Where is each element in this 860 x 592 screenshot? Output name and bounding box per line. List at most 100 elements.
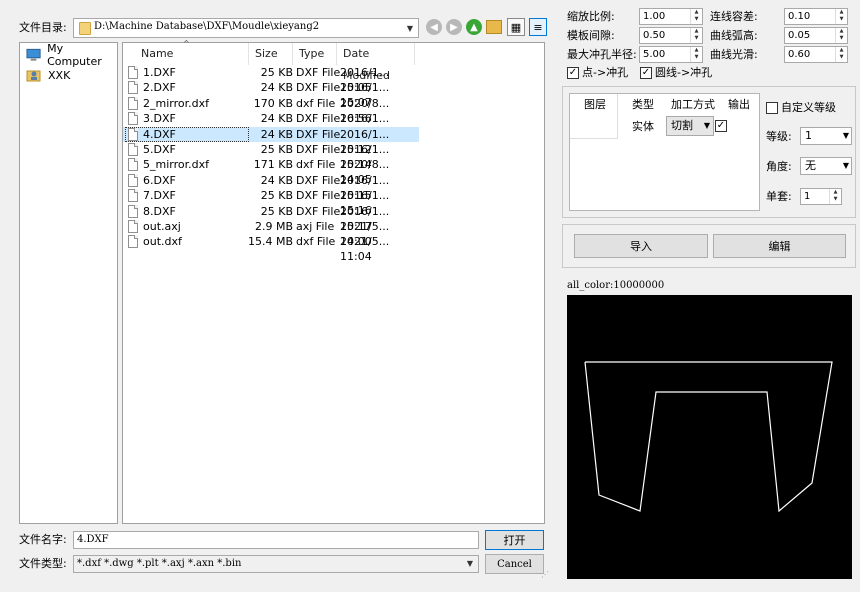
- chevron-down-icon: ▼: [703, 121, 710, 130]
- file-name: 2_mirror.dxf: [143, 96, 209, 110]
- import-button[interactable]: 导入: [574, 234, 708, 258]
- chevron-down-icon: ▼: [842, 161, 849, 170]
- sidebar-panel: My Computer XXK: [19, 42, 118, 524]
- column-header-name[interactable]: Name: [135, 43, 249, 65]
- connect-tolerance-label: 连线容差:: [710, 10, 758, 23]
- preview-color-text: all_color:10000000: [567, 280, 665, 291]
- file-icon: [128, 112, 138, 126]
- filename-input[interactable]: 4.DXF: [73, 531, 479, 549]
- output-checkbox[interactable]: ✓: [715, 120, 727, 132]
- scale-label: 缩放比例:: [567, 10, 615, 23]
- column-header-date[interactable]: Date Modified: [337, 43, 415, 82]
- file-icon: [128, 143, 138, 156]
- table-row[interactable]: 1.DXF 25 KB DXF File 2016/1... 15:05: [123, 65, 419, 94]
- table-row[interactable]: 5_mirror.dxf 171 KB dxf File 2020/8... 14:0…: [123, 157, 419, 186]
- spin-arrows-icon: ▲ ▼: [690, 28, 702, 43]
- table-row[interactable]: 6.DXF 24 KB DXF File 2016/1... 15:15: [123, 173, 419, 202]
- folder-icon: [79, 22, 91, 35]
- file-type: DXF File: [296, 66, 341, 79]
- file-icon: [128, 189, 138, 203]
- cancel-button[interactable]: Cancel: [485, 554, 544, 574]
- table-row[interactable]: 2_mirror.dxf 170 KB dxf File 2020/8... 16:5…: [123, 96, 419, 125]
- type-cell: 实体: [632, 120, 654, 133]
- circle-punch-checkbox[interactable]: ✓: [640, 67, 652, 79]
- chevron-down-icon[interactable]: ▼: [462, 556, 478, 572]
- spin-arrows-icon: ▲ ▼: [829, 189, 841, 204]
- chevron-down-icon[interactable]: ▼: [402, 19, 418, 37]
- directory-label: 文件目录:: [19, 21, 67, 34]
- file-icon: [128, 235, 138, 249]
- file-type: DXF File: [296, 173, 341, 187]
- layer-table: 图层 类型 加工方式 输出 实体 切割 ▼ ✓: [569, 93, 760, 211]
- file-type: DXF File: [296, 81, 341, 95]
- resize-grip-icon[interactable]: ⋰: [541, 570, 549, 579]
- arc-height-spinbox[interactable]: 0.05 ▲ ▼: [784, 27, 848, 44]
- table-row[interactable]: out.dxf 15.4 MB dxf File 2021/5... 11:04: [123, 234, 419, 263]
- file-name: 8.DXF: [143, 204, 176, 218]
- file-date: 2021/5... 11:04: [340, 235, 390, 264]
- preview-canvas[interactable]: [567, 295, 852, 579]
- dxf-outline: [584, 361, 833, 513]
- layer-cell[interactable]: [570, 94, 618, 139]
- directory-combo[interactable]: D:\Machine Database\DXF\Moudle\xieyang2 …: [73, 18, 419, 38]
- table-row[interactable]: 7.DXF 25 KB DXF File 2016/1... 15:16: [123, 188, 419, 217]
- filetype-label: 文件类型:: [19, 557, 67, 570]
- single-set-spinbox[interactable]: 1 ▲ ▼: [800, 188, 842, 205]
- angle-select[interactable]: 无 ▼: [800, 157, 852, 175]
- table-row[interactable]: 5.DXF 25 KB DXF File 2016/1... 15:14: [123, 142, 419, 171]
- focus-rect: [125, 126, 249, 142]
- edit-button[interactable]: 编辑: [713, 234, 846, 258]
- forward-icon[interactable]: ▶: [446, 19, 462, 35]
- table-row[interactable]: 3.DXF24 KBDXF File2016/1... 15:11: [123, 111, 419, 140]
- level-select[interactable]: 1 ▼: [800, 127, 852, 145]
- table-row[interactable]: 4.DXF 24 KB DXF File 2016/1... 15:12: [123, 126, 419, 156]
- back-icon[interactable]: ◀: [426, 19, 442, 35]
- list-view-icon[interactable]: ▦: [507, 18, 525, 36]
- table-row[interactable]: 2.DXF 24 KB DXF File 2016/1... 15:07: [123, 80, 419, 109]
- file-icon: [128, 204, 138, 218]
- file-name: 5_mirror.dxf: [143, 158, 209, 172]
- detail-view-icon[interactable]: ≡: [529, 18, 547, 36]
- file-name: 5.DXF: [143, 143, 176, 156]
- file-size: 171 KB: [253, 158, 293, 172]
- file-size: 25 KB: [260, 66, 293, 79]
- file-size: 24 KB: [260, 173, 293, 187]
- type-column-header: 类型: [632, 98, 654, 111]
- open-button[interactable]: 打开: [485, 530, 544, 550]
- file-icon: [128, 66, 138, 79]
- up-folder-icon[interactable]: ▲: [466, 19, 482, 35]
- file-size: 24 KB: [260, 112, 293, 126]
- file-size: 170 KB: [253, 96, 293, 110]
- file-rows: 1.DXF 25 KB DXF File 2016/1... 15:05 2.DXF 24…: [123, 63, 419, 303]
- custom-grade-checkbox[interactable]: [766, 102, 778, 114]
- file-icon: [128, 96, 138, 110]
- process-select[interactable]: 切割 ▼: [666, 116, 714, 136]
- spin-arrows-icon: ▲ ▼: [690, 9, 702, 24]
- preview-shape: [584, 361, 833, 513]
- filetype-select[interactable]: *.dxf *.dwg *.plt *.axj *.axn *.bin ▼: [73, 555, 479, 573]
- scale-spinbox[interactable]: 1.00 ▲ ▼: [639, 8, 703, 25]
- point-punch-checkbox[interactable]: ✓: [567, 67, 579, 79]
- file-size: 25 KB: [260, 189, 293, 203]
- file-name: 1.DXF: [143, 66, 176, 79]
- smooth-spinbox[interactable]: 0.60 ▲ ▼: [784, 46, 848, 63]
- column-header-size[interactable]: Size: [249, 43, 293, 65]
- file-type: DXF File: [296, 112, 341, 126]
- file-list[interactable]: Name ^ Size Type Date Modified 1.DXF 25 K…: [122, 39, 545, 524]
- file-size: 25 KB: [260, 143, 293, 156]
- file-name: 2.DXF: [143, 81, 176, 95]
- template-gap-spinbox[interactable]: 0.50 ▲ ▼: [639, 27, 703, 44]
- table-row[interactable]: 8.DXF 25 KB DXF File 2016/1... 15:17: [123, 204, 419, 233]
- circle-punch-label: 圆线->冲孔: [655, 66, 713, 79]
- table-row[interactable]: out.axj 2.9 MB axj File 2021/5... 14:00: [123, 219, 419, 248]
- new-folder-icon[interactable]: [486, 20, 502, 34]
- sidebar-item-xxk[interactable]: XXK: [26, 66, 70, 84]
- file-icon: [128, 81, 138, 95]
- sidebar-item-my-computer[interactable]: My Computer: [26, 42, 117, 68]
- output-column-header: 输出: [728, 98, 750, 111]
- sidebar-item-label: XXK: [48, 68, 71, 82]
- max-punch-radius-spinbox[interactable]: 5.00 ▲ ▼: [639, 46, 703, 63]
- column-header-type[interactable]: Type: [293, 43, 337, 65]
- file-size: 15.4 MB: [247, 235, 293, 249]
- connect-tolerance-spinbox[interactable]: 0.10 ▲ ▼: [784, 8, 848, 25]
